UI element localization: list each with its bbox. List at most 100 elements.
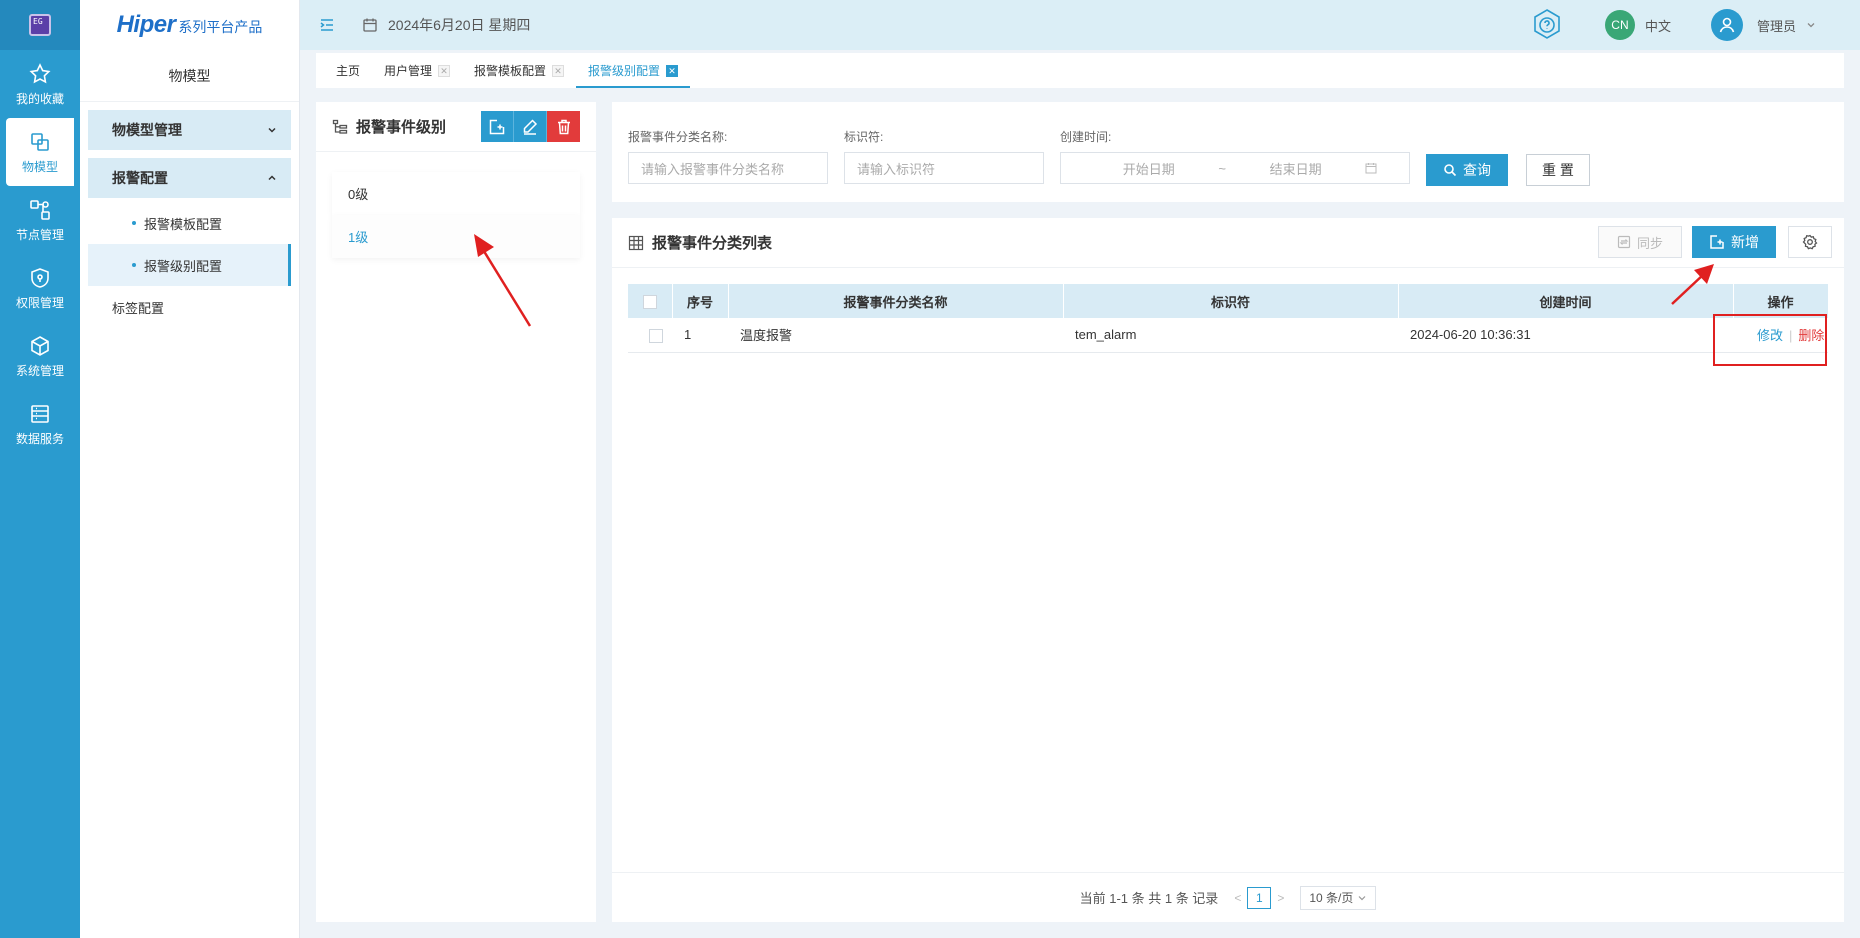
rail-item-thing-model[interactable]: 物模型 [6,118,74,186]
page-number-1[interactable]: 1 [1247,886,1272,909]
tab-alarm-level[interactable]: 报警级别配置 ✕ [576,53,691,88]
rail-item-data-service[interactable]: 数据服务 [0,390,80,458]
menu-item-alarm-level[interactable]: 报警级别配置 [88,244,291,286]
cell-created: 2024-06-20 10:36:31 [1398,318,1733,353]
cell-index: 1 [672,318,728,353]
menu-item-label: 报警模板配置 [144,216,223,232]
user-name[interactable]: 管理员 [1757,16,1796,35]
rail-item-favorites[interactable]: 我的收藏 [0,50,80,118]
edit-level-button[interactable] [514,111,547,142]
input-placeholder: 请输入标识符 [857,161,936,177]
brand-name: Hiper [116,11,176,38]
node-icon [30,199,50,220]
button-label: 查询 [1463,162,1491,178]
add-icon [489,119,505,134]
app-logo[interactable]: EG [0,0,80,50]
level-label: 1级 [348,230,369,245]
close-icon[interactable]: ✕ [666,64,679,77]
tab-alarm-template[interactable]: 报警模板配置 ✕ [462,53,576,88]
name-filter-label: 报警事件分类名称: [628,130,728,144]
rail-label: 节点管理 [15,227,64,242]
column-header-code[interactable]: 标识符 [1063,284,1399,318]
page-size-select[interactable]: 10 条/页 [1300,885,1377,910]
menu-collapse-icon[interactable] [318,16,336,34]
menu-item-alarm-template[interactable]: 报警模板配置 [88,202,291,244]
range-separator: ~ [1218,160,1226,176]
rail-label: 系统管理 [15,363,64,378]
tab-user-management[interactable]: 用户管理 ✕ [372,53,462,88]
level-item-1[interactable]: 1级 [332,215,580,258]
time-filter-label: 创建时间: [1060,130,1112,144]
close-icon[interactable]: ✕ [552,64,565,77]
menu-group-label: 报警配置 [112,170,168,186]
add-button[interactable]: 新增 [1692,226,1776,258]
gear-icon [1802,234,1818,250]
start-date-placeholder[interactable]: 开始日期 [1123,159,1175,178]
rail-item-node[interactable]: 节点管理 [0,186,80,254]
menu-item-label: 报警级别配置 [144,258,223,274]
sync-button[interactable]: 同步 [1598,226,1682,258]
rail-item-system[interactable]: 系统管理 [0,322,80,390]
column-header-actions: 操作 [1733,284,1829,318]
end-date-placeholder[interactable]: 结束日期 [1270,159,1322,178]
next-page-button[interactable]: > [1277,891,1284,905]
pagination: 当前 1-1 条 共 1 条 记录 < 1 > 10 条/页 [612,872,1844,922]
rail-label: 物模型 [21,159,58,174]
language-badge[interactable]: CN [1604,10,1635,40]
delete-level-button[interactable] [547,111,580,142]
page-tabs: 主页 用户管理 ✕ 报警模板配置 ✕ 报警级别配置 ✕ [316,53,1844,88]
star-icon [29,62,51,83]
add-level-button[interactable] [481,111,514,142]
table-icon [628,235,644,250]
tree-icon [332,119,348,134]
tab-home[interactable]: 主页 [324,53,372,88]
chevron-down-icon [1358,895,1366,900]
date-range-picker[interactable]: 开始日期 ~ 结束日期 [1060,152,1410,184]
level-item-0[interactable]: 0级 [332,172,580,215]
chevron-down-icon[interactable] [1806,20,1816,30]
menu-item-label: 标签配置 [112,300,165,316]
query-button[interactable]: 查询 [1426,154,1508,186]
alarm-level-panel: 报警事件级别 0级 1级 [316,102,596,922]
user-avatar[interactable] [1710,9,1743,41]
cube-icon [31,335,49,356]
current-date: 2024年6月20日 星期四 [388,17,531,33]
page-size-value: 10 条/页 [1309,891,1354,905]
brand-logo: Hiper 系列平台产品 [80,0,299,50]
help-icon[interactable] [1529,7,1565,43]
edit-icon [523,118,538,135]
search-icon [1444,164,1457,177]
language-label[interactable]: 中文 [1645,16,1671,35]
menu-item-tag-config[interactable]: 标签配置 [80,286,299,328]
menu-group-label: 物模型管理 [112,122,182,138]
tab-label: 报警模板配置 [474,64,547,78]
row-select-cell[interactable] [628,318,672,353]
column-header-index[interactable]: 序号 [672,284,729,318]
database-icon [31,404,49,423]
tab-label: 用户管理 [384,64,433,78]
row-checkbox[interactable] [649,328,663,343]
level-label: 0级 [348,187,369,202]
table-row[interactable]: 1 温度报警 tem_alarm 2024-06-20 10:36:31 修改 |… [628,318,1828,353]
select-all-cell[interactable] [628,284,673,318]
cell-name: 温度报警 [728,318,1063,353]
name-filter-input[interactable]: 请输入报警事件分类名称 [628,152,828,184]
prev-page-button[interactable]: < [1234,891,1241,905]
secondary-menu: Hiper 系列平台产品 物模型 物模型管理 报警配置 报警模板配置 报警级别配… [80,0,300,938]
reset-button[interactable]: 重 置 [1526,154,1590,186]
add-icon [1710,235,1724,249]
column-header-name[interactable]: 报警事件分类名称 [728,284,1064,318]
alarm-category-table-panel: 报警事件分类列表 同步 新增 序号 报警事件分类名称 标识符 创建时间 操作 1… [612,218,1844,922]
rail-label: 数据服务 [15,431,64,446]
column-header-created[interactable]: 创建时间 [1398,284,1734,318]
column-settings-button[interactable] [1788,226,1832,258]
input-placeholder: 请输入报警事件分类名称 [641,161,785,177]
close-icon[interactable]: ✕ [438,64,451,77]
code-filter-input[interactable]: 请输入标识符 [844,152,1044,184]
table-header-row: 序号 报警事件分类名称 标识符 创建时间 操作 [628,284,1829,318]
menu-group-thing-model[interactable]: 物模型管理 [88,110,291,150]
sync-icon [1617,235,1631,249]
menu-group-alarm[interactable]: 报警配置 [88,158,291,198]
select-all-checkbox[interactable] [642,294,657,309]
rail-item-permission[interactable]: 权限管理 [0,254,80,322]
